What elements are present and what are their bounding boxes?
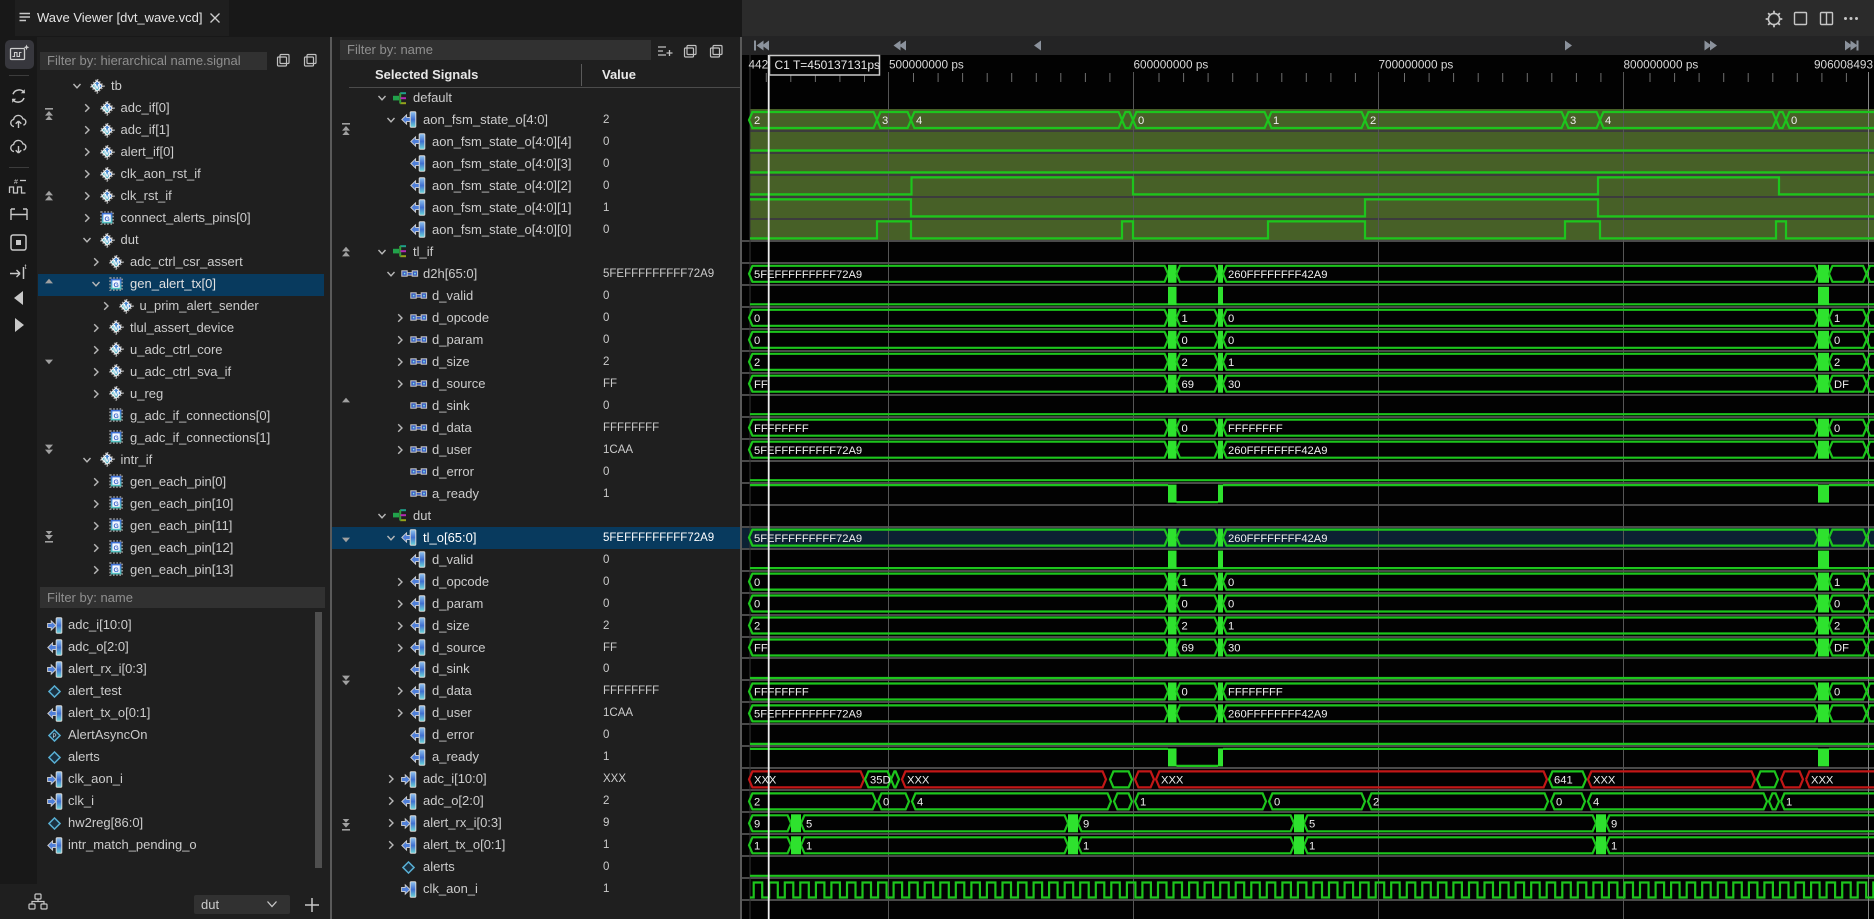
svg-text:2: 2	[754, 357, 760, 369]
svg-text:35D: 35D	[870, 775, 891, 787]
svg-text:30: 30	[1228, 379, 1240, 391]
svg-text:2: 2	[1834, 357, 1840, 369]
svg-text:5FEFFFFFFFFF72A9: 5FEFFFFFFFFF72A9	[754, 709, 862, 721]
svg-text:260FFFFFFFF42A9: 260FFFFFFFF42A9	[1228, 269, 1327, 281]
svg-text:0: 0	[1228, 313, 1234, 325]
svg-text:0: 0	[754, 577, 760, 589]
svg-text:69: 69	[1182, 643, 1194, 655]
svg-text:FFFFFFFF: FFFFFFFF	[754, 423, 809, 435]
svg-text:9: 9	[754, 819, 760, 831]
svg-text:9: 9	[1083, 819, 1089, 831]
svg-text:700000000 ps: 700000000 ps	[1379, 58, 1454, 72]
svg-text:4: 4	[917, 797, 923, 809]
svg-text:C1 T=450137131ps: C1 T=450137131ps	[775, 58, 881, 72]
svg-text:30: 30	[1228, 643, 1240, 655]
svg-text:0: 0	[1834, 335, 1840, 347]
svg-text:0: 0	[1182, 599, 1188, 611]
svg-text:1: 1	[1228, 357, 1234, 369]
svg-text:260FFFFFFFF42A9: 260FFFFFFFF42A9	[1228, 533, 1327, 545]
svg-text:1: 1	[1273, 115, 1279, 127]
svg-text:5: 5	[1309, 819, 1315, 831]
svg-text:0: 0	[1791, 115, 1797, 127]
svg-text:XXX: XXX	[907, 775, 930, 787]
svg-text:1: 1	[1140, 797, 1146, 809]
svg-text:0: 0	[1834, 423, 1840, 435]
svg-text:0: 0	[754, 335, 760, 347]
svg-text:2: 2	[1373, 797, 1379, 809]
svg-text:FFFFFFFF: FFFFFFFF	[1228, 423, 1283, 435]
svg-text:1: 1	[1309, 841, 1315, 853]
svg-text:0: 0	[1274, 797, 1280, 809]
svg-text:4: 4	[1605, 115, 1611, 127]
svg-text:2: 2	[1182, 357, 1188, 369]
svg-text:0: 0	[1834, 599, 1840, 611]
svg-text:260FFFFFFFF42A9: 260FFFFFFFF42A9	[1228, 445, 1327, 457]
svg-text:4: 4	[1593, 797, 1599, 809]
svg-text:2: 2	[1182, 621, 1188, 633]
svg-text:1: 1	[1228, 621, 1234, 633]
svg-text:1: 1	[806, 841, 812, 853]
svg-text:1: 1	[1182, 577, 1188, 589]
svg-text:1: 1	[1611, 841, 1617, 853]
svg-text:XXX: XXX	[1161, 775, 1184, 787]
svg-text:1: 1	[1083, 841, 1089, 853]
svg-text:9: 9	[1611, 819, 1617, 831]
svg-text:0: 0	[1182, 335, 1188, 347]
svg-text:0: 0	[1138, 115, 1144, 127]
svg-text:0: 0	[1556, 797, 1562, 809]
svg-text:5FEFFFFFFFFF72A9: 5FEFFFFFFFFF72A9	[754, 445, 862, 457]
svg-text:0: 0	[1228, 577, 1234, 589]
svg-text:5: 5	[806, 819, 812, 831]
svg-text:XXX: XXX	[1811, 775, 1834, 787]
svg-text:3: 3	[882, 115, 888, 127]
svg-text:2: 2	[754, 621, 760, 633]
svg-text:0: 0	[1834, 687, 1840, 699]
svg-text:XXX: XXX	[1593, 775, 1616, 787]
svg-text:DF: DF	[1834, 379, 1849, 391]
svg-text:2: 2	[754, 115, 760, 127]
svg-text:2: 2	[754, 797, 760, 809]
svg-text:0: 0	[754, 313, 760, 325]
svg-text:0: 0	[883, 797, 889, 809]
svg-text:0: 0	[1182, 423, 1188, 435]
svg-text:442: 442	[749, 58, 769, 72]
svg-text:FFFFFFFF: FFFFFFFF	[1228, 687, 1283, 699]
svg-text:3: 3	[1570, 115, 1576, 127]
svg-text:800000000 ps: 800000000 ps	[1624, 58, 1699, 72]
svg-text:1: 1	[1786, 797, 1792, 809]
svg-text:600000000 ps: 600000000 ps	[1134, 58, 1209, 72]
svg-text:0: 0	[1228, 599, 1234, 611]
svg-text:5FEFFFFFFFFF72A9: 5FEFFFFFFFFF72A9	[754, 269, 862, 281]
svg-text:2: 2	[1834, 621, 1840, 633]
svg-text:260FFFFFFFF42A9: 260FFFFFFFF42A9	[1228, 709, 1327, 721]
svg-text:FFFFFFFF: FFFFFFFF	[754, 687, 809, 699]
svg-text:XXX: XXX	[754, 775, 777, 787]
svg-text:641: 641	[1554, 775, 1573, 787]
svg-text:0: 0	[754, 599, 760, 611]
svg-text:FF: FF	[754, 643, 768, 655]
svg-text:1: 1	[1834, 577, 1840, 589]
svg-text:5FEFFFFFFFFF72A9: 5FEFFFFFFFFF72A9	[754, 533, 862, 545]
svg-text:2: 2	[1370, 115, 1376, 127]
svg-text:1: 1	[754, 841, 760, 853]
svg-text:0: 0	[1182, 687, 1188, 699]
svg-text:1: 1	[1182, 313, 1188, 325]
svg-text:906008493 ps: 906008493 ps	[1814, 58, 1874, 72]
svg-text:DF: DF	[1834, 643, 1849, 655]
svg-text:1: 1	[1834, 313, 1840, 325]
svg-text:0: 0	[1228, 335, 1234, 347]
svg-text:4: 4	[916, 115, 922, 127]
svg-text:69: 69	[1182, 379, 1194, 391]
svg-text:FF: FF	[754, 379, 768, 391]
svg-text:500000000 ps: 500000000 ps	[889, 58, 964, 72]
